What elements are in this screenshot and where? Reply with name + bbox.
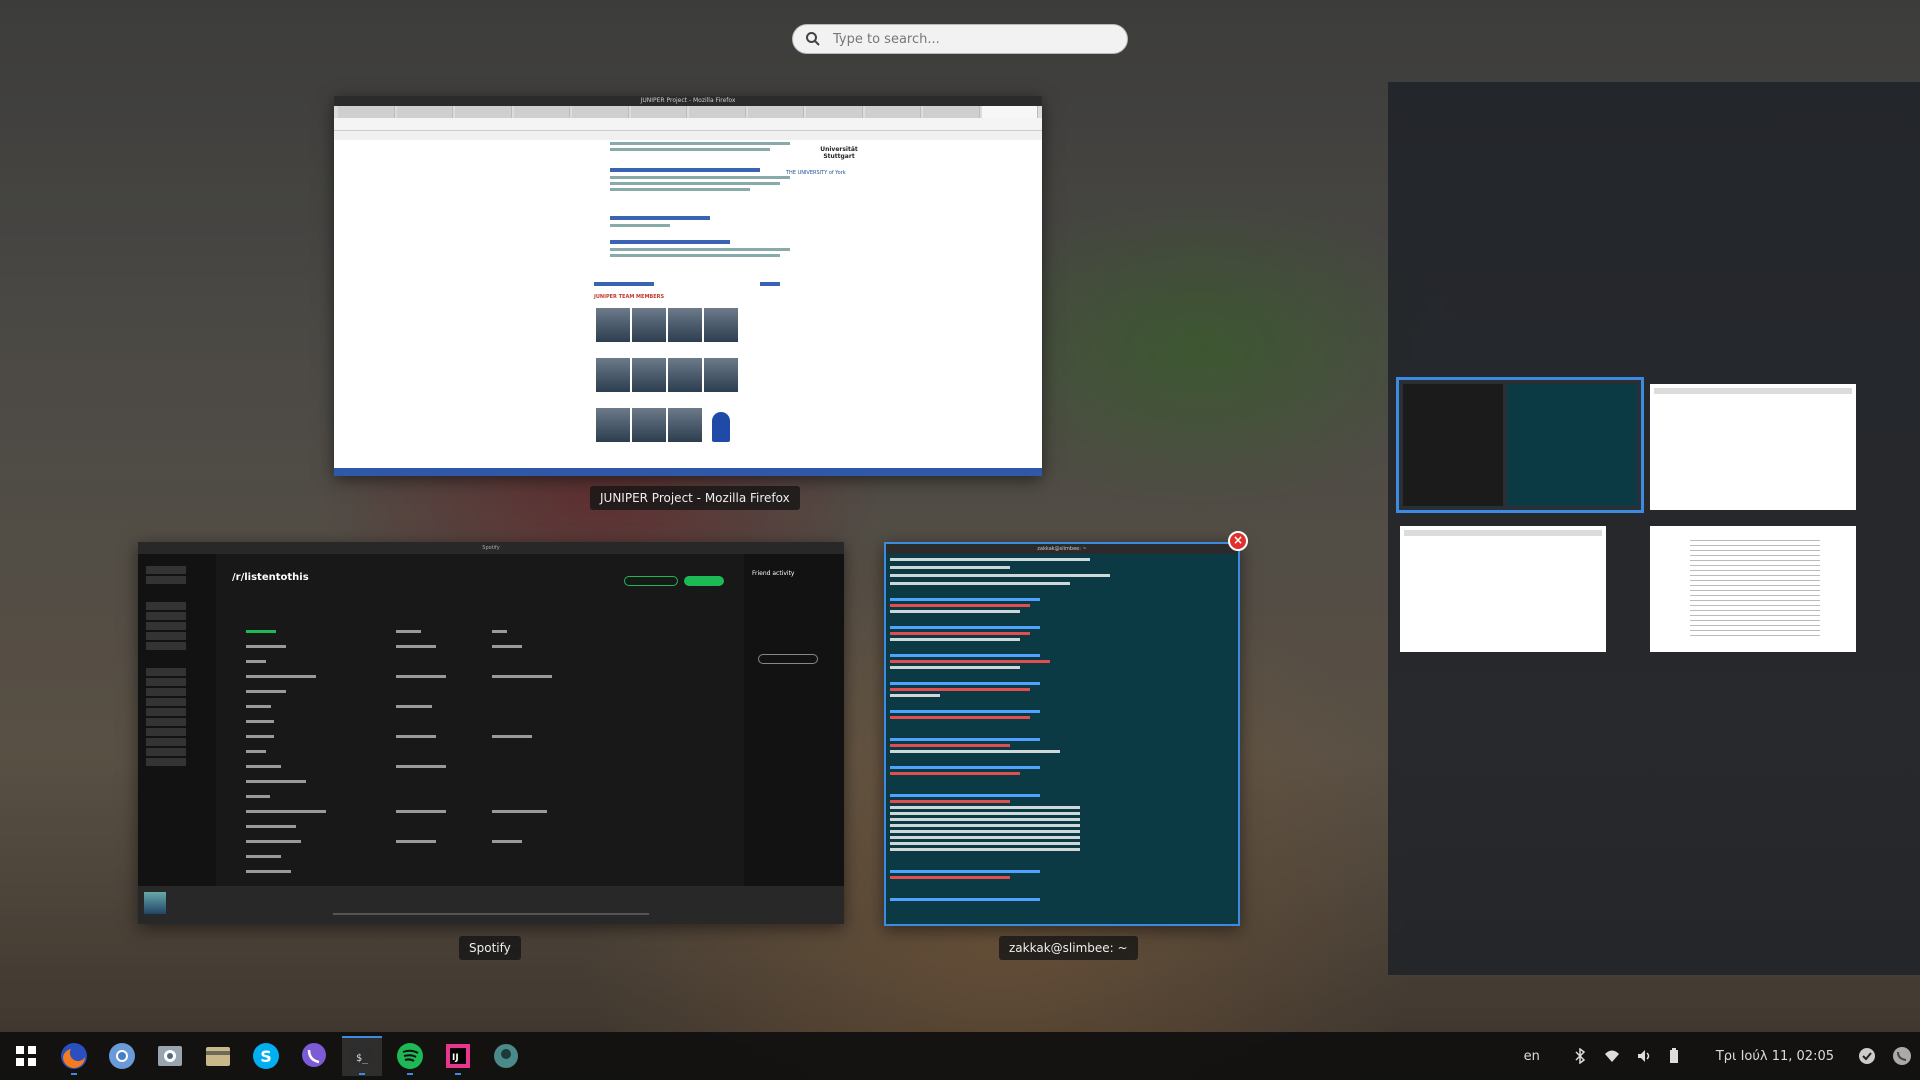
bluetooth-icon[interactable] (1572, 1048, 1588, 1064)
friend-activity-title: Friend activity (752, 570, 795, 577)
university-logo: Universität Stuttgart (820, 146, 858, 160)
window-caption-terminal: zakkak@slimbee: ~ (999, 936, 1138, 960)
system-tray: en Τρι Ιούλ 11, 02:05 (1516, 1032, 1920, 1080)
terminal-icon: $_ (350, 1047, 374, 1067)
app-menu-button[interactable] (6, 1036, 46, 1076)
app-icon (494, 1044, 518, 1068)
viber-icon (302, 1043, 326, 1067)
wifi-icon[interactable] (1604, 1048, 1620, 1064)
taskbar-mail[interactable] (150, 1036, 190, 1076)
friend-activity-panel: Friend activity (744, 554, 844, 886)
taskbar-spotify[interactable] (390, 1036, 430, 1076)
workspace-thumb-4[interactable] (1650, 526, 1856, 652)
player-bar (138, 886, 844, 924)
url-bar (334, 118, 1042, 131)
language-indicator[interactable]: en (1524, 1049, 1540, 1064)
taskbar-intellij[interactable]: IJ (438, 1036, 478, 1076)
page-content: JUNIPER TEAM MEMBERS Universität Stuttga… (334, 140, 1042, 468)
window-preview-terminal[interactable]: zakkak@slimbee: ~ (884, 542, 1240, 926)
workspace-thumb-3[interactable] (1400, 526, 1606, 652)
close-window-button[interactable]: × (1228, 531, 1248, 551)
search-box[interactable] (792, 24, 1128, 54)
taskbar-terminal[interactable]: $_ (342, 1036, 382, 1076)
window-title: JUNIPER Project - Mozilla Firefox (334, 96, 1042, 106)
workspace-thumb-2[interactable] (1650, 384, 1856, 510)
find-friends-button (758, 654, 818, 664)
mail-icon (158, 1046, 182, 1066)
search-input[interactable] (831, 30, 1095, 48)
taskbar-files[interactable] (198, 1036, 238, 1076)
clock[interactable]: Τρι Ιούλ 11, 02:05 (1716, 1049, 1834, 1064)
taskbar-skype[interactable]: S (246, 1036, 286, 1076)
svg-text:$_: $_ (356, 1053, 369, 1064)
viber-tray-icon[interactable] (1892, 1046, 1912, 1066)
spotify-sidebar (138, 554, 216, 886)
spotify-playlist: /r/listentothis (216, 554, 744, 886)
playlist-title: /r/listentothis (232, 572, 309, 583)
window-preview-spotify[interactable]: Spotify /r/listentothis Friend activity (138, 542, 844, 924)
checkmark-icon[interactable] (1858, 1047, 1876, 1065)
firefox-icon (61, 1043, 87, 1069)
svg-text:IJ: IJ (452, 1053, 459, 1063)
spotify-icon (397, 1043, 423, 1069)
folder-icon (206, 1047, 230, 1066)
taskbar-app-other[interactable] (486, 1036, 526, 1076)
volume-icon[interactable] (1636, 1048, 1652, 1064)
taskbar-viber[interactable] (294, 1036, 334, 1076)
workspace-thumb-1[interactable] (1396, 377, 1644, 513)
taskbar-firefox[interactable] (54, 1036, 94, 1076)
search-icon (806, 32, 820, 46)
window-preview-firefox[interactable]: JUNIPER Project - Mozilla Firefox JUNIPE… (334, 96, 1042, 476)
window-caption-firefox: JUNIPER Project - Mozilla Firefox (590, 486, 800, 510)
play-button (684, 576, 724, 586)
follow-button (624, 576, 678, 586)
taskbar-chromium[interactable] (102, 1036, 142, 1076)
window-title: Spotify (138, 542, 844, 554)
status-bar (334, 468, 1042, 476)
york-logo: THE UNIVERSITY of York (786, 170, 846, 176)
skype-icon: S (253, 1043, 279, 1069)
window-caption-spotify: Spotify (459, 936, 521, 960)
svg-text:S: S (260, 1047, 272, 1066)
window-title: zakkak@slimbee: ~ (886, 544, 1238, 554)
team-heading: JUNIPER TEAM MEMBERS (594, 294, 665, 300)
tab-strip (334, 106, 1042, 118)
grid-icon (16, 1046, 36, 1066)
chromium-icon (109, 1043, 135, 1069)
taskbar: S $_ IJ en Τρι Ιούλ 11, 02:05 (0, 1032, 1920, 1080)
workspace-panel (1388, 82, 1920, 975)
battery-icon[interactable] (1668, 1048, 1680, 1064)
intellij-icon: IJ (446, 1044, 470, 1068)
